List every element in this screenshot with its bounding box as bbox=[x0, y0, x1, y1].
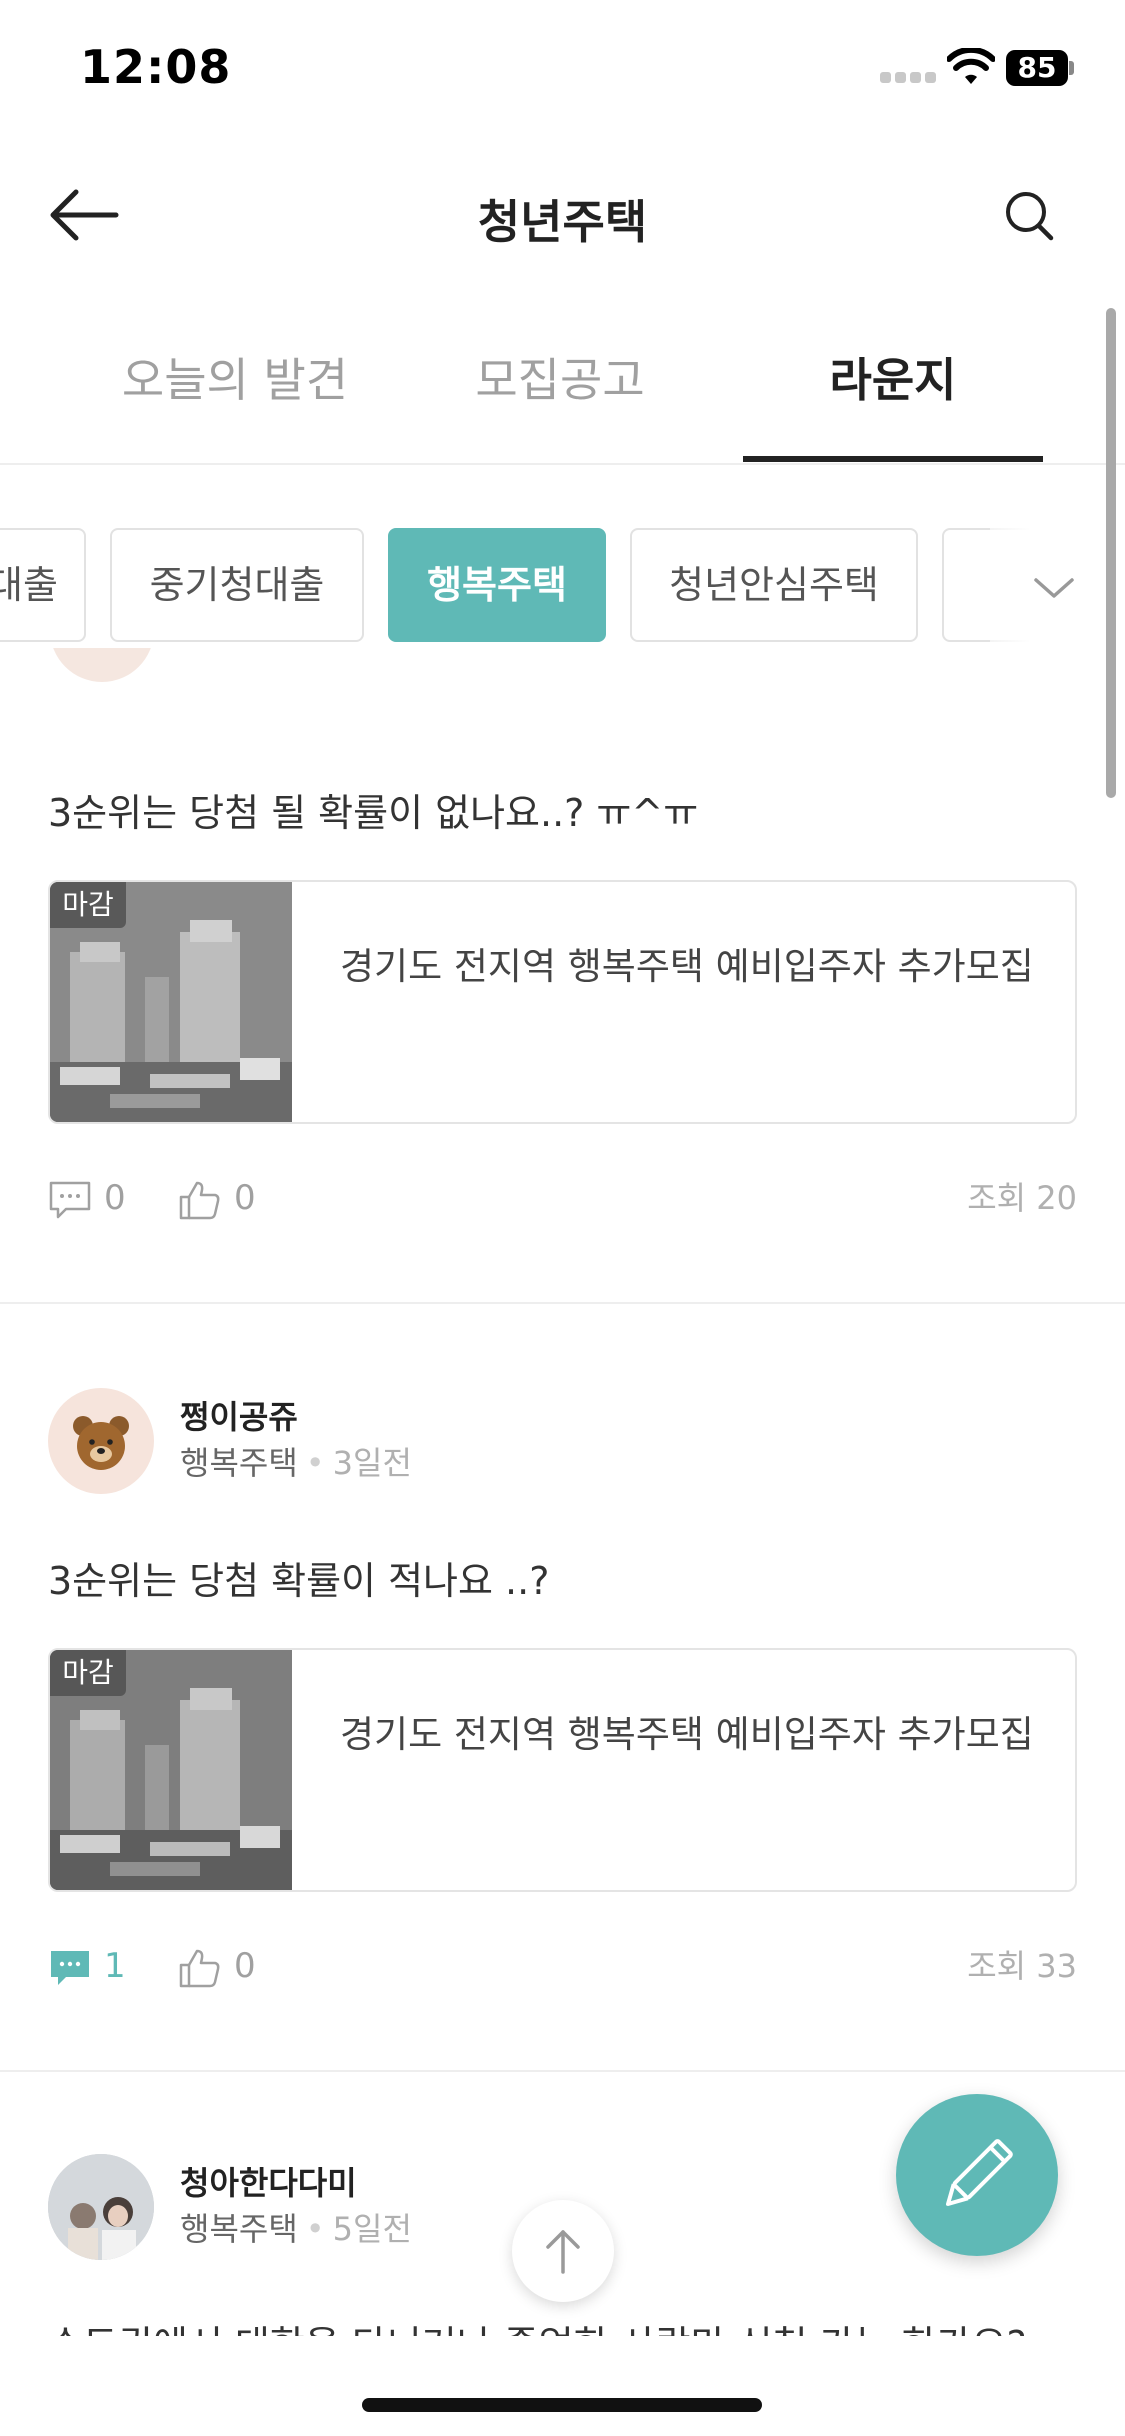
expand-categories-button[interactable] bbox=[1030, 564, 1078, 612]
like-count-value: 0 bbox=[234, 1178, 256, 1218]
post-divider bbox=[0, 2070, 1125, 2072]
avatar bbox=[48, 1388, 154, 1494]
scroll-to-top-button[interactable] bbox=[512, 2200, 614, 2302]
like-count-value: 0 bbox=[234, 1946, 256, 1986]
comment-count-value: 0 bbox=[104, 1178, 126, 1218]
comment-count-value: 1 bbox=[104, 1946, 126, 1986]
comment-count[interactable]: 0 bbox=[48, 1168, 148, 1228]
post-meta: 행복주택 • 3일전 bbox=[180, 1444, 412, 1482]
closed-badge: 마감 bbox=[50, 1650, 126, 1696]
battery-icon: 85 bbox=[1006, 50, 1074, 86]
status-bar: 12:08 85 bbox=[0, 0, 1125, 140]
tab-recruitment[interactable]: 모집공고 bbox=[430, 344, 690, 410]
post-body: 3순위는 당첨 확률이 적나요 ..? bbox=[48, 1559, 550, 1603]
write-post-button[interactable] bbox=[896, 2094, 1058, 2256]
wifi-icon bbox=[947, 48, 995, 84]
post-category: 행복주택 bbox=[180, 2210, 298, 2248]
chip-sme-loan[interactable]: 중기청대출 bbox=[110, 528, 364, 642]
post-feed: 3순위는 당첨 될 확률이 없나요..? ㅠ^ㅠ 마감 경기도 전지역 행복주택… bbox=[0, 648, 1125, 2336]
thumbs-up-icon bbox=[179, 1181, 220, 1220]
author-name: 청아한다다미 bbox=[180, 2164, 357, 2202]
view-count: 조회 20 bbox=[967, 1179, 1077, 1217]
nav-bar: 청년주택 bbox=[0, 150, 1125, 280]
chevron-down-icon bbox=[1034, 578, 1074, 598]
chip-happy-housing[interactable]: 행복주택 bbox=[388, 528, 606, 642]
linked-notice-card[interactable]: 마감 경기도 전지역 행복주택 예비입주자 추가모집 bbox=[48, 880, 1077, 1124]
comment-icon bbox=[49, 1181, 91, 1219]
arrow-up-icon bbox=[546, 2230, 580, 2274]
post-divider bbox=[0, 1302, 1125, 1304]
profile-photo bbox=[48, 2154, 154, 2260]
category-chips: 대출 중기청대출 행복주택 청년안심주택 bbox=[0, 528, 1125, 644]
search-button[interactable] bbox=[990, 180, 1070, 250]
linked-notice-card[interactable]: 마감 경기도 전지역 행복주택 예비입주자 추가모집 bbox=[48, 1648, 1077, 1892]
comment-icon bbox=[51, 1951, 89, 1985]
notice-title: 경기도 전지역 행복주택 예비입주자 추가모집 bbox=[340, 1713, 1034, 1756]
author-name: 쩡이공쥬 bbox=[180, 1398, 298, 1436]
closed-badge: 마감 bbox=[50, 882, 126, 928]
tab-bar: 오늘의 발견 모집공고 라운지 bbox=[0, 320, 1125, 465]
battery-level: 85 bbox=[1006, 50, 1068, 86]
post-author: 청아한다다미 행복주택 • 5일전 bbox=[48, 2154, 948, 2264]
tab-today-discovery[interactable]: 오늘의 발견 bbox=[95, 344, 375, 410]
chip-loan[interactable]: 대출 bbox=[0, 528, 86, 642]
notice-thumbnail: 마감 bbox=[50, 1650, 292, 1890]
page-title: 청년주택 bbox=[477, 195, 648, 249]
search-icon bbox=[1006, 192, 1054, 241]
avatar bbox=[50, 648, 154, 682]
post-time: 3일전 bbox=[332, 1444, 412, 1482]
post-category: 행복주택 bbox=[180, 1444, 298, 1482]
thumbs-up-icon bbox=[179, 1949, 220, 1988]
like-button[interactable]: 0 bbox=[178, 1168, 278, 1228]
status-time: 12:08 bbox=[80, 40, 232, 94]
cellular-signal-icon bbox=[880, 72, 936, 86]
post-meta: 행복주택 • 5일전 bbox=[180, 2210, 412, 2248]
post-stats: 0 0 조회 20 bbox=[48, 1168, 1077, 1228]
post-body: 3순위는 당첨 될 확률이 없나요..? ㅠ^ㅠ bbox=[48, 791, 699, 835]
tab-active-indicator bbox=[743, 456, 1043, 462]
home-indicator bbox=[362, 2398, 762, 2412]
post-stats: 1 0 조회 33 bbox=[48, 1936, 1077, 1996]
post-time: 5일전 bbox=[332, 2210, 412, 2248]
notice-title: 경기도 전지역 행복주택 예비입주자 추가모집 bbox=[340, 945, 1034, 988]
bear-avatar-icon bbox=[73, 1416, 129, 1470]
tab-lounge[interactable]: 라운지 bbox=[743, 344, 1043, 410]
notice-thumbnail: 마감 bbox=[50, 882, 292, 1122]
post-author: 쩡이공쥬 행복주택 • 3일전 bbox=[48, 1388, 948, 1498]
chip-youth-safe-housing[interactable]: 청년안심주택 bbox=[630, 528, 918, 642]
avatar bbox=[48, 2154, 154, 2260]
post-body: 수도권에서 대학을 다니거나 졸업한 사람만 신청 가능 한가요? bbox=[48, 2314, 1077, 2336]
pencil-icon bbox=[946, 2139, 1013, 2206]
like-button[interactable]: 0 bbox=[178, 1936, 278, 1996]
comment-count[interactable]: 1 bbox=[48, 1936, 148, 1996]
view-count: 조회 33 bbox=[967, 1947, 1077, 1985]
